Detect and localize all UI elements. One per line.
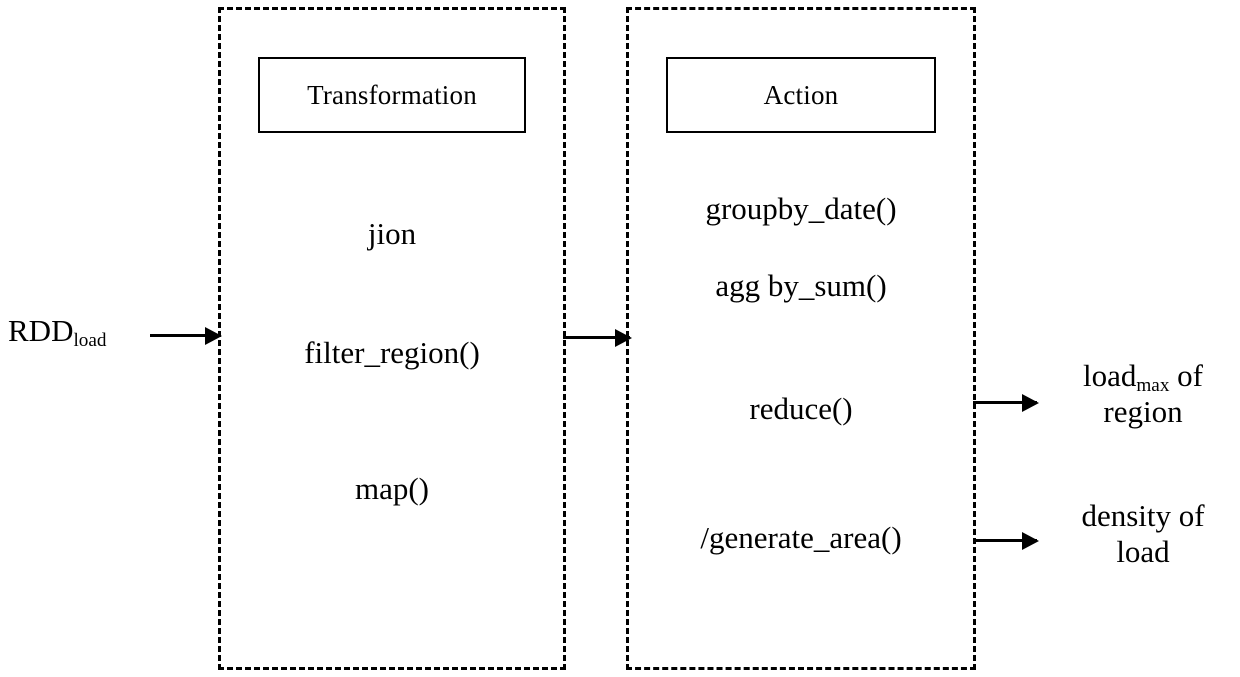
operation-reduce: reduce() [749,391,853,426]
operation-filter-region: filter_region() [304,335,480,370]
input-label-main: RDD [8,313,74,348]
input-label-rdd-load: RDDload [8,313,107,350]
output-load-line2: region [1103,394,1183,430]
output-load-subscript: max [1136,374,1170,396]
operation-jion: jion [367,216,417,251]
output-load-main: load [1082,358,1137,393]
operation-generate-area: /generate_area() [700,520,902,555]
output-density-line1: density of [1081,498,1205,533]
header-label-transformation: Transformation [307,79,477,110]
header-label-action: Action [763,79,839,110]
output-label-density-of-load: density of load [1038,498,1240,571]
input-label-subscript: load [73,329,107,351]
output-load-tail: of [1169,358,1203,393]
arrow-transformation-to-action [563,336,630,339]
diagram-canvas: RDDload Transformation jion filter_regio… [0,0,1240,677]
header-box-action: Action [666,57,936,133]
header-box-transformation: Transformation [258,57,526,133]
output-label-load-max-of-region: loadmax of region [1038,358,1240,431]
operation-agg-by-sum: agg by_sum() [715,268,887,303]
output-density-line2: load [1116,534,1170,570]
arrow-action-to-load-max [973,401,1037,404]
arrow-input-to-transformation [150,334,220,337]
operation-map: map() [354,471,430,506]
operation-groupby-date: groupby_date() [705,191,897,226]
arrow-action-to-density [973,539,1037,542]
